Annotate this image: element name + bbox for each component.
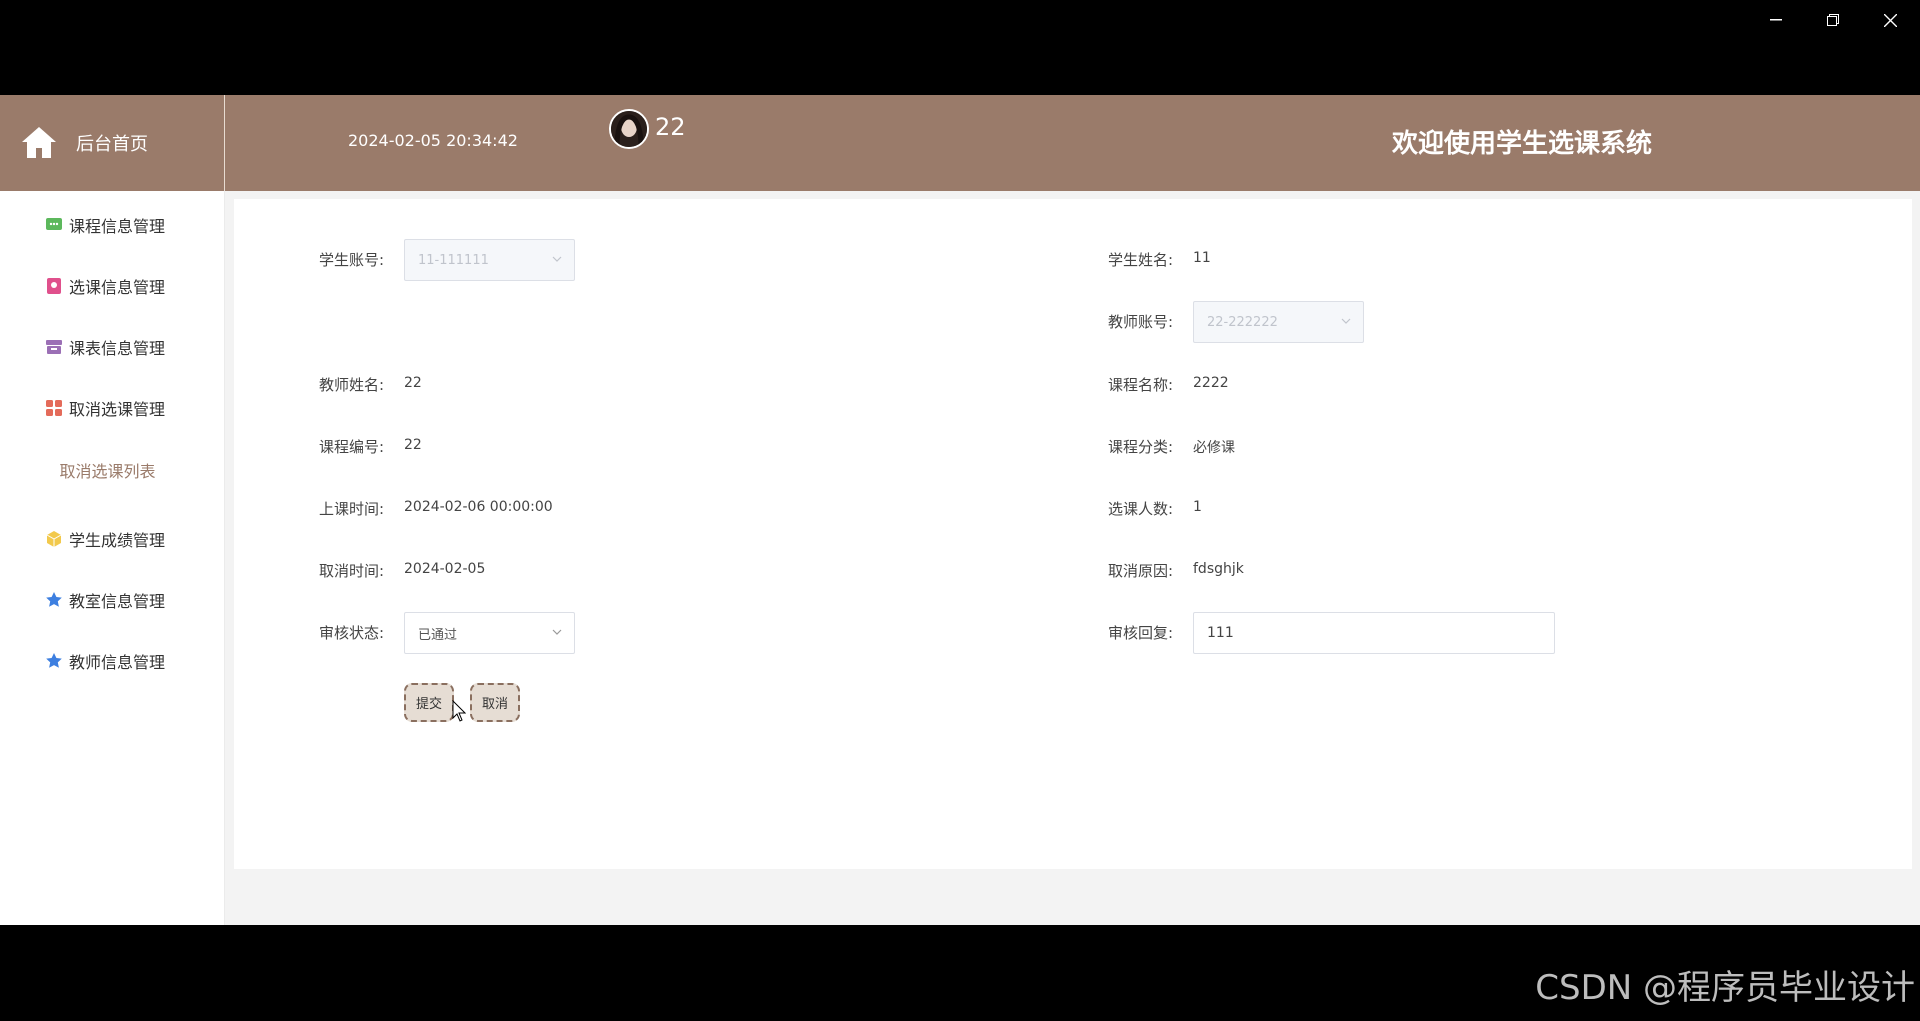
badge-icon: [47, 278, 61, 294]
cancel-reason-label: 取消原因:: [1107, 562, 1173, 580]
sidebar-item-label: 教室信息管理: [69, 592, 166, 611]
cancel-button[interactable]: 取消: [470, 683, 520, 722]
chat-icon: [46, 218, 62, 230]
cancel-reason-value: fdsghjk: [1193, 561, 1244, 577]
restore-button[interactable]: [1813, 6, 1853, 34]
sidebar-item-course-info[interactable]: 课程信息管理: [0, 205, 225, 245]
home-icon: [22, 127, 56, 158]
sidebar-item-label: 教师信息管理: [69, 653, 166, 672]
teacher-name-label: 教师姓名:: [318, 376, 384, 394]
archive-icon: [46, 340, 62, 354]
close-icon: [1883, 13, 1897, 27]
review-status-label: 审核状态:: [318, 624, 384, 642]
teacher-account-select[interactable]: 22-222222: [1193, 301, 1364, 343]
student-account-label: 学生账号:: [318, 251, 384, 269]
course-name-label: 课程名称:: [1107, 376, 1173, 394]
course-category-label: 课程分类:: [1107, 438, 1173, 456]
form-card: 学生账号: 11-111111 学生姓名: 11 教师账号: 22-222222…: [234, 199, 1912, 869]
sidebar-item-label: 取消选课管理: [69, 400, 166, 419]
close-window-button[interactable]: [1870, 6, 1910, 34]
review-status-select[interactable]: 已通过: [404, 612, 575, 654]
cancel-time-label: 取消时间:: [318, 562, 384, 580]
cube-icon: [46, 531, 62, 547]
chevron-down-icon: [1341, 318, 1351, 324]
top-header: 后台首页 2024-02-05 20:34:42 22 欢迎使用学生选课系统: [0, 95, 1920, 191]
teacher-account-value: 22-222222: [1207, 314, 1278, 330]
mouse-cursor-icon: [452, 700, 466, 722]
sidebar-item-schedule-info[interactable]: 课表信息管理: [0, 327, 225, 367]
star-icon: [46, 653, 62, 668]
teacher-account-label: 教师账号:: [1107, 313, 1173, 331]
course-code-label: 课程编号:: [318, 438, 384, 456]
star-icon: [46, 592, 62, 607]
sidebar-item-label: 课程信息管理: [69, 217, 166, 236]
class-time-label: 上课时间:: [318, 500, 384, 518]
review-status-value: 已通过: [418, 627, 458, 643]
class-time-value: 2024-02-06 00:00:00: [404, 499, 553, 515]
student-account-value: 11-111111: [418, 252, 489, 268]
course-category-value: 必修课: [1193, 440, 1235, 456]
student-account-select[interactable]: 11-111111: [404, 239, 575, 281]
sidebar-item-label: 选课信息管理: [69, 278, 166, 297]
home-link[interactable]: 后台首页: [0, 95, 225, 191]
course-name-value: 2222: [1193, 375, 1229, 391]
home-label: 后台首页: [76, 134, 148, 155]
avatar[interactable]: [609, 109, 649, 149]
review-reply-input[interactable]: 111: [1193, 612, 1555, 654]
window-titlebar: [0, 0, 1920, 95]
sidebar-item-label: 课表信息管理: [69, 339, 166, 358]
sidebar-item-enrollment-info[interactable]: 选课信息管理: [0, 266, 225, 306]
watermark: CSDN @程序员毕业设计: [1535, 968, 1915, 1008]
cancel-time-value: 2024-02-05: [404, 561, 486, 577]
sidebar-item-cancel-enrollment[interactable]: 取消选课管理: [0, 388, 225, 428]
course-code-value: 22: [404, 437, 422, 453]
sidebar: 课程信息管理 选课信息管理 课表信息管理 取消选课管理 取消选课列表 学生成绩管…: [0, 191, 225, 925]
page-title: 欢迎使用学生选课系统: [1392, 129, 1653, 159]
review-reply-value: 111: [1207, 625, 1234, 641]
enrolled-count-label: 选课人数:: [1107, 500, 1173, 518]
teacher-name-value: 22: [404, 375, 422, 391]
sidebar-item-grades[interactable]: 学生成绩管理: [0, 519, 225, 559]
submit-button[interactable]: 提交: [404, 683, 454, 722]
restore-icon: [1827, 14, 1839, 26]
chevron-down-icon: [552, 256, 562, 262]
student-name-value: 11: [1193, 250, 1211, 266]
minimize-button[interactable]: [1756, 6, 1796, 34]
sidebar-item-teacher-info[interactable]: 教师信息管理: [0, 641, 225, 681]
sidebar-item-label: 学生成绩管理: [69, 531, 166, 550]
chevron-down-icon: [552, 629, 562, 635]
footer-bar: CSDN @程序员毕业设计: [0, 925, 1920, 1021]
student-name-label: 学生姓名:: [1107, 251, 1173, 269]
avatar-image: [611, 111, 647, 147]
enrolled-count-value: 1: [1193, 499, 1202, 515]
user-name: 22: [655, 113, 686, 141]
grid-icon: [46, 400, 62, 416]
sidebar-item-classroom-info[interactable]: 教室信息管理: [0, 580, 225, 620]
minimize-icon: [1770, 19, 1782, 21]
current-datetime: 2024-02-05 20:34:42: [348, 131, 518, 150]
review-reply-label: 审核回复:: [1107, 624, 1173, 642]
sidebar-subitem-cancel-list[interactable]: 取消选课列表: [0, 450, 225, 490]
